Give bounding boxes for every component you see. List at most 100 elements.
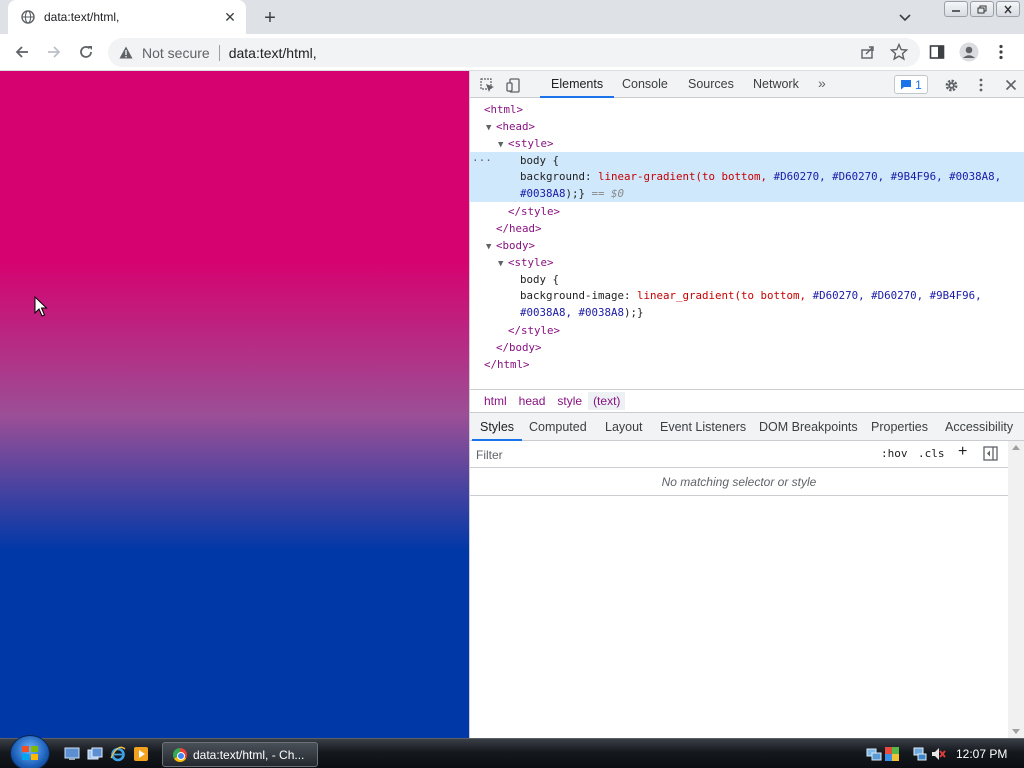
filter-input[interactable]	[476, 445, 872, 464]
dom-node-style[interactable]: ▼ <style>	[470, 135, 1024, 152]
browser-menu-icon[interactable]	[990, 41, 1012, 63]
css-text-line-1: body {	[520, 154, 560, 167]
css-text-line-3: #0038A8, #0038A8);}	[520, 306, 644, 319]
tab-dom-breakpoints[interactable]: DOM Breakpoints	[759, 413, 858, 441]
dom-node-head[interactable]: ▼ <head>	[470, 118, 1024, 135]
scroll-up-arrow-icon[interactable]	[1012, 445, 1020, 450]
side-panel-icon[interactable]	[926, 41, 948, 63]
tab-sources[interactable]: Sources	[688, 71, 734, 98]
breadcrumb: html head style (text)	[470, 389, 1024, 413]
inspect-element-icon[interactable]	[478, 76, 496, 94]
issues-badge[interactable]: 1	[894, 75, 928, 94]
dom-node-body-style-text[interactable]: body { background-image: linear_gradient…	[470, 271, 1024, 321]
tab-accessibility[interactable]: Accessibility	[945, 413, 1013, 441]
dom-node-head-close[interactable]: </head>	[470, 220, 1024, 237]
scroll-down-arrow-icon[interactable]	[1012, 729, 1020, 734]
address-bar[interactable]: Not secure data:text/html,	[108, 38, 920, 67]
css-text-line-2: background-image: linear_gradient(to bot…	[520, 289, 982, 302]
volume-muted-icon[interactable]	[930, 746, 946, 762]
issues-count: 1	[915, 77, 922, 92]
security-label[interactable]: Not secure	[142, 45, 210, 61]
taskbar-chrome-window[interactable]: data:text/html, - Ch...	[162, 742, 318, 767]
windows-logo-icon	[22, 746, 38, 760]
chrome-icon	[173, 747, 187, 762]
breadcrumb-head[interactable]: head	[513, 394, 552, 408]
toggle-sidebar-icon[interactable]	[983, 446, 998, 464]
restore-button[interactable]	[970, 1, 994, 17]
devtools-panel: Elements Console Sources Network » 1 <ht…	[469, 71, 1024, 738]
back-icon[interactable]	[10, 40, 34, 64]
hover-state-toggle[interactable]: :hov	[881, 447, 908, 460]
close-devtools-icon[interactable]	[1002, 76, 1020, 94]
show-desktop-icon[interactable]	[64, 746, 80, 762]
window-controls	[944, 1, 1020, 17]
internet-explorer-icon[interactable]	[110, 746, 126, 762]
close-window-button[interactable]	[996, 1, 1020, 17]
message-icon	[901, 80, 912, 90]
tab-elements[interactable]: Elements	[540, 71, 615, 98]
dom-node-html-close[interactable]: </html>	[470, 356, 1024, 373]
dom-node-html[interactable]: <html>	[470, 101, 1024, 118]
breadcrumb-text[interactable]: (text)	[588, 392, 626, 410]
bookmark-star-icon[interactable]	[889, 42, 909, 64]
reload-icon[interactable]	[74, 40, 98, 64]
profile-avatar-icon[interactable]	[958, 41, 980, 63]
dom-node-style-text-selected[interactable]: ··· body { background: linear-gradient(t…	[470, 152, 1024, 202]
mouse-cursor-icon	[34, 296, 48, 317]
dom-node-body-style-close[interactable]: </style>	[470, 322, 1024, 339]
taskbar-clock[interactable]: 12:07 PM	[956, 747, 1007, 761]
dom-node-style-close[interactable]: </style>	[470, 203, 1024, 220]
switch-windows-icon[interactable]	[87, 746, 103, 762]
tab-layout[interactable]: Layout	[605, 413, 643, 441]
windows-taskbar: data:text/html, - Ch... 12:07 PM	[0, 735, 1024, 768]
breadcrumb-html[interactable]: html	[478, 394, 513, 408]
tab-title: data:text/html,	[44, 10, 120, 24]
tab-network[interactable]: Network	[753, 71, 799, 98]
tab-event-listeners[interactable]: Event Listeners	[660, 413, 746, 441]
css-text-line-3: #0038A8);} == $0	[520, 187, 625, 200]
browser-tab[interactable]: data:text/html, ✕	[8, 0, 246, 34]
tab-console[interactable]: Console	[622, 71, 668, 98]
network-connection-icon[interactable]	[866, 746, 882, 762]
tab-strip: data:text/html, ✕ +	[0, 0, 1024, 34]
css-text-line-1: body {	[520, 273, 560, 286]
empty-styles-message: No matching selector or style	[470, 468, 1008, 496]
devtools-menu-icon[interactable]	[972, 76, 990, 94]
tab-properties[interactable]: Properties	[871, 413, 928, 441]
devtools-toolbar: Elements Console Sources Network » 1	[470, 71, 1024, 98]
globe-icon	[20, 9, 36, 25]
new-tab-button[interactable]: +	[259, 7, 281, 29]
share-icon[interactable]	[860, 44, 876, 63]
more-tabs-icon[interactable]: »	[818, 75, 826, 91]
tab-computed[interactable]: Computed	[529, 413, 587, 441]
node-actions-ellipsis[interactable]: ···	[472, 152, 492, 169]
dom-tree: <html> ▼ <head> ▼ <style> ··· body { backg…	[470, 99, 1024, 389]
url-text[interactable]: data:text/html,	[229, 45, 317, 61]
class-toggle[interactable]: .cls	[918, 447, 945, 460]
dom-node-body-close[interactable]: </body>	[470, 339, 1024, 356]
forward-icon[interactable]	[42, 40, 66, 64]
network-icon[interactable]	[912, 746, 928, 762]
styles-filter-bar: :hov .cls +	[470, 441, 1008, 468]
tab-search-icon[interactable]	[895, 8, 915, 28]
settings-gear-icon[interactable]	[942, 76, 960, 94]
security-shield-icon[interactable]	[884, 746, 900, 762]
new-style-rule-button[interactable]: +	[958, 443, 967, 461]
device-toolbar-icon[interactable]	[504, 76, 522, 94]
dom-node-body-style[interactable]: ▼ <style>	[470, 254, 1024, 271]
tab-styles[interactable]: Styles	[472, 413, 523, 441]
warning-icon[interactable]	[118, 45, 134, 61]
styles-scrollbar[interactable]	[1008, 441, 1024, 738]
breadcrumb-style[interactable]: style	[551, 394, 588, 408]
omnibox-divider	[218, 44, 220, 61]
page-viewport[interactable]	[0, 71, 469, 738]
tab-close-icon[interactable]: ✕	[222, 9, 238, 25]
css-text-line-2: background: linear-gradient(to bottom, #…	[520, 170, 1002, 183]
media-player-icon[interactable]	[133, 746, 149, 762]
taskbar-window-label: data:text/html, - Ch...	[193, 747, 305, 762]
system-tray: 12:07 PM	[866, 739, 1024, 768]
dom-node-body[interactable]: ▼ <body>	[470, 237, 1024, 254]
minimize-button[interactable]	[944, 1, 968, 17]
browser-toolbar: Not secure data:text/html,	[0, 34, 1024, 71]
start-button[interactable]	[10, 735, 50, 768]
